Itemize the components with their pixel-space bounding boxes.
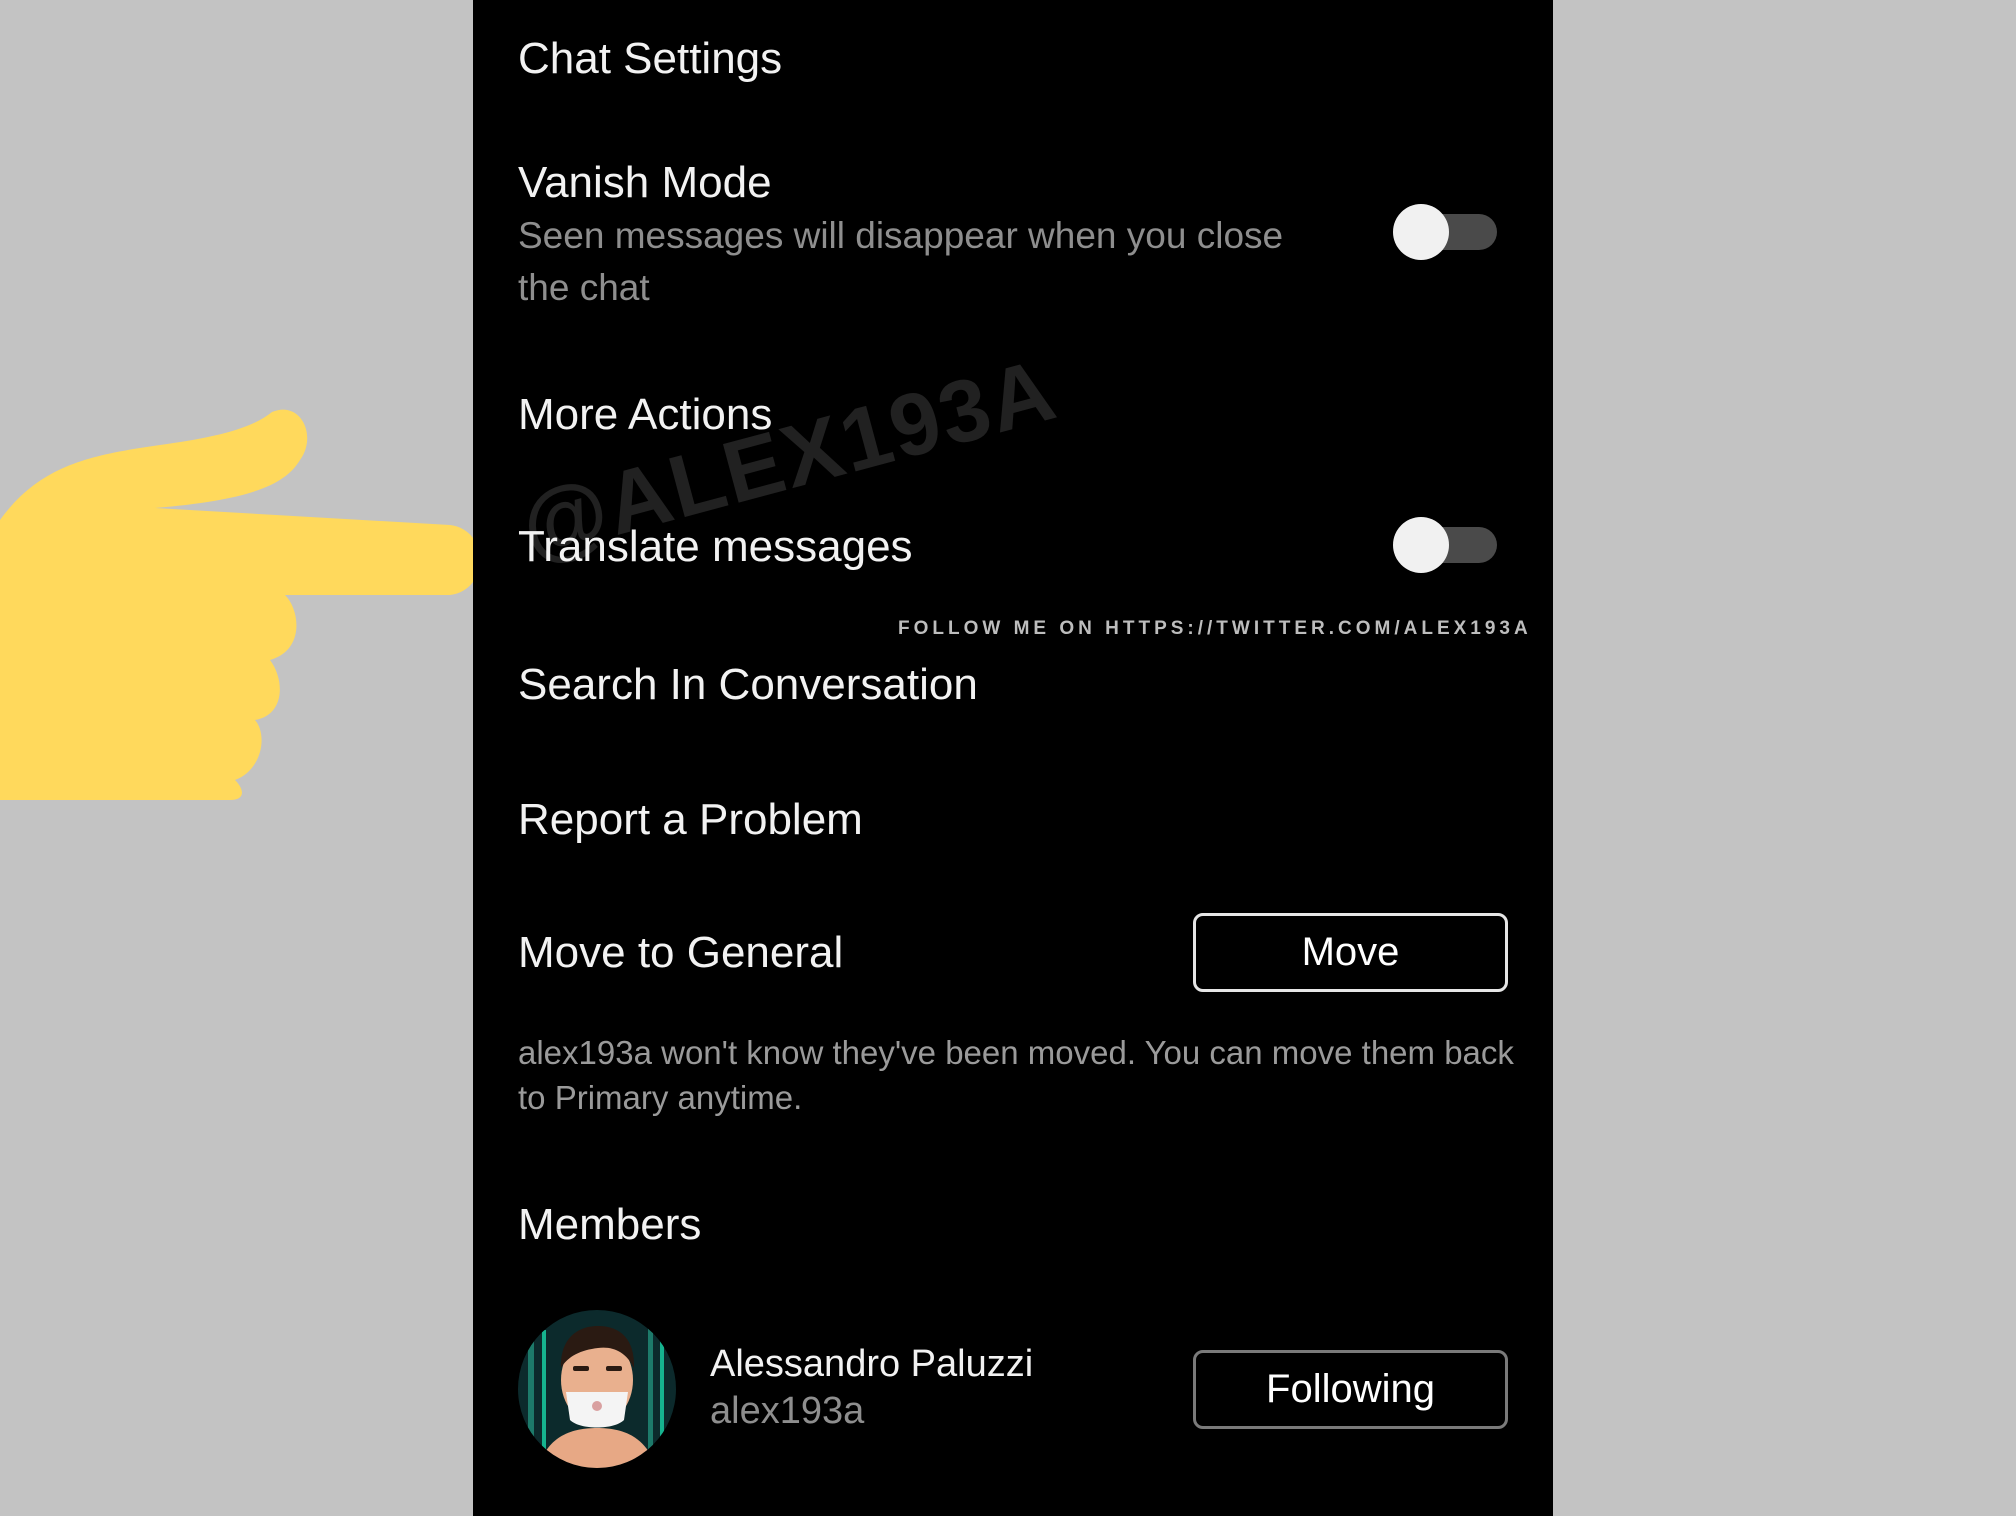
- following-button[interactable]: Following: [1193, 1350, 1508, 1429]
- translate-messages-toggle[interactable]: [1393, 517, 1497, 573]
- vanish-mode-description: Seen messages will disappear when you cl…: [518, 215, 1284, 308]
- toggle-knob: [1393, 517, 1449, 573]
- page-title: Chat Settings: [518, 34, 783, 83]
- toggle-knob: [1393, 204, 1449, 260]
- vanish-mode-title: Vanish Mode: [518, 158, 772, 207]
- move-button[interactable]: Move: [1193, 913, 1508, 992]
- chat-settings-panel: Chat Settings Vanish Mode Seen messages …: [473, 0, 1553, 1516]
- move-note: alex193a won't know they've been moved. …: [518, 1034, 1514, 1116]
- avatar[interactable]: [518, 1310, 676, 1468]
- follow-note: FOLLOW ME ON HTTPS://TWITTER.COM/ALEX193…: [898, 618, 1532, 639]
- move-to-general-title: Move to General: [518, 928, 844, 977]
- search-in-conversation-item[interactable]: Search In Conversation: [518, 660, 978, 710]
- member-username: alex193a: [710, 1390, 865, 1432]
- pointing-hand-icon: [0, 409, 480, 800]
- members-heading: Members: [518, 1200, 702, 1249]
- report-problem-item[interactable]: Report a Problem: [518, 795, 863, 845]
- member-name: Alessandro Paluzzi: [710, 1343, 1034, 1385]
- avatar-illustration-icon: [518, 1310, 676, 1468]
- vanish-mode-toggle[interactable]: [1393, 204, 1497, 260]
